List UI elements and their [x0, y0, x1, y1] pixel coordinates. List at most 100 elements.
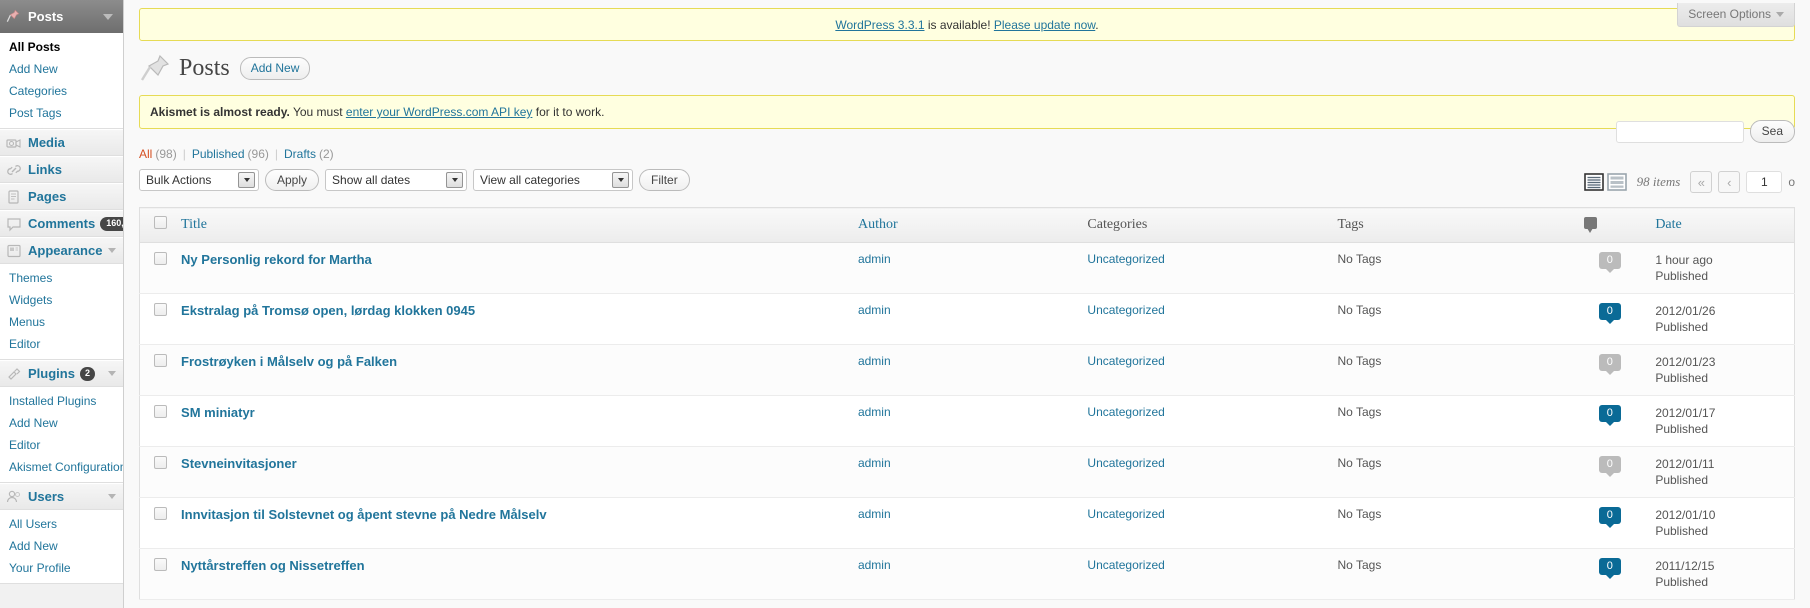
sidebar-item-post-tags[interactable]: Post Tags — [0, 102, 123, 124]
sidebar-item-users[interactable]: Users — [0, 483, 123, 510]
search-button[interactable]: Sea — [1749, 120, 1795, 143]
add-new-button[interactable]: Add New — [239, 56, 311, 80]
page-title: Posts — [179, 55, 230, 81]
table-row: Ny Personlig rekord for Martha admin Uncat… — [139, 242, 1795, 294]
post-status: Published — [1655, 269, 1709, 283]
screen-options-button[interactable]: Screen Options — [1677, 3, 1795, 27]
post-category-link[interactable]: Uncategorized — [1087, 354, 1164, 368]
post-category-link[interactable]: Uncategorized — [1087, 252, 1164, 266]
post-title-link[interactable]: Innvitasjon til Solstevnet og åpent stev… — [181, 507, 547, 522]
sidebar-item-comments[interactable]: Comments 160,012 — [0, 210, 123, 237]
post-author-link[interactable]: admin — [858, 354, 891, 368]
comment-count-bubble[interactable]: 0 — [1598, 303, 1621, 324]
sidebar-item-all-posts[interactable]: All Posts — [0, 36, 123, 58]
chevron-down-icon[interactable] — [108, 371, 116, 376]
row-tags-cell: No Tags — [1327, 344, 1575, 396]
current-page-input[interactable] — [1746, 171, 1783, 193]
sidebar-item-menus[interactable]: Menus — [0, 311, 123, 333]
post-title-link[interactable]: Frostrøyken i Målselv og på Falken — [181, 354, 397, 369]
comment-count-bubble[interactable]: 0 — [1598, 252, 1621, 273]
sidebar-item-links[interactable]: Links — [0, 156, 123, 183]
sidebar-item-appearance-editor[interactable]: Editor — [0, 333, 123, 355]
table-row: Frostrøyken i Målselv og på Falken admin U… — [139, 344, 1795, 396]
list-view-icon[interactable] — [1583, 172, 1604, 192]
comment-count-bubble[interactable]: 0 — [1598, 405, 1621, 426]
view-switch — [1583, 172, 1627, 192]
bulk-actions-select[interactable]: Bulk Actions — [139, 169, 259, 191]
table-row: Nyttårstreffen og Nissetreffen admin Uncat… — [139, 548, 1795, 600]
post-category-link[interactable]: Uncategorized — [1087, 507, 1164, 521]
post-author-link[interactable]: admin — [858, 558, 891, 572]
select-all-checkbox[interactable] — [154, 216, 167, 229]
first-page-button[interactable]: « — [1690, 171, 1713, 193]
post-title-link[interactable]: Ny Personlig rekord for Martha — [181, 252, 372, 267]
post-author-link[interactable]: admin — [858, 405, 891, 419]
appearance-icon — [7, 244, 21, 258]
post-category-link[interactable]: Uncategorized — [1087, 456, 1164, 470]
column-header-date[interactable]: Date — [1645, 207, 1795, 243]
comment-count-bubble[interactable]: 0 — [1598, 354, 1621, 375]
column-header-title[interactable]: Title — [171, 207, 848, 243]
status-link-all[interactable]: All — [139, 147, 152, 161]
sidebar-item-themes[interactable]: Themes — [0, 267, 123, 289]
sidebar-item-posts[interactable]: Posts — [0, 0, 123, 33]
row-checkbox[interactable] — [154, 405, 167, 418]
post-title-link[interactable]: Stevneinvitasjoner — [181, 456, 297, 471]
column-header-author[interactable]: Author — [847, 207, 1078, 243]
sidebar-item-plugins-editor[interactable]: Editor — [0, 434, 123, 456]
sidebar-item-plugins-add-new[interactable]: Add New — [0, 412, 123, 434]
sidebar-item-installed-plugins[interactable]: Installed Plugins — [0, 390, 123, 412]
post-date: 1 hour ago — [1655, 253, 1713, 267]
row-checkbox[interactable] — [154, 354, 167, 367]
row-categories-cell: Uncategorized — [1077, 344, 1328, 396]
comment-count-bubble[interactable]: 0 — [1598, 456, 1621, 477]
post-title-link[interactable]: Ekstralag på Tromsø open, lørdag klokken… — [181, 303, 475, 318]
sidebar-item-pages[interactable]: Pages — [0, 183, 123, 210]
row-categories-cell: Uncategorized — [1077, 395, 1328, 447]
post-category-link[interactable]: Uncategorized — [1087, 303, 1164, 317]
sidebar-item-akismet-configuration[interactable]: Akismet Configuration — [0, 456, 123, 478]
status-link-drafts[interactable]: Drafts — [284, 147, 316, 161]
sidebar-item-plugins[interactable]: Plugins 2 — [0, 360, 123, 387]
status-link-published[interactable]: Published — [192, 147, 245, 161]
sidebar-item-media[interactable]: Media — [0, 129, 123, 156]
filter-button[interactable]: Filter — [639, 169, 690, 191]
category-filter-select[interactable]: View all categories — [473, 169, 634, 191]
akismet-api-key-link[interactable]: enter your WordPress.com API key — [346, 105, 533, 119]
post-author-link[interactable]: admin — [858, 252, 891, 266]
excerpt-view-icon[interactable] — [1606, 172, 1627, 192]
date-filter-select[interactable]: Show all dates — [325, 169, 468, 191]
row-checkbox[interactable] — [154, 456, 167, 469]
post-category-link[interactable]: Uncategorized — [1087, 558, 1164, 572]
post-author-link[interactable]: admin — [858, 303, 891, 317]
apply-button[interactable]: Apply — [265, 169, 320, 191]
comment-count-bubble[interactable]: 0 — [1598, 507, 1621, 528]
date-filter-value: Show all dates — [332, 173, 411, 187]
post-title-link[interactable]: Nyttårstreffen og Nissetreffen — [181, 558, 365, 573]
sidebar-item-users-add-new[interactable]: Add New — [0, 535, 123, 557]
search-input[interactable] — [1615, 120, 1744, 143]
chevron-down-icon[interactable] — [108, 248, 116, 253]
sidebar-item-add-new-post[interactable]: Add New — [0, 58, 123, 80]
comment-count-bubble[interactable]: 0 — [1598, 558, 1621, 579]
prev-page-button[interactable]: ‹ — [1718, 171, 1741, 193]
chevron-down-icon[interactable] — [108, 494, 116, 499]
sidebar-item-widgets[interactable]: Widgets — [0, 289, 123, 311]
post-tags-value: No Tags — [1337, 303, 1382, 317]
row-checkbox[interactable] — [154, 303, 167, 316]
post-author-link[interactable]: admin — [858, 507, 891, 521]
sidebar-item-your-profile[interactable]: Your Profile — [0, 557, 123, 579]
sidebar-item-all-users[interactable]: All Users — [0, 513, 123, 535]
sidebar-item-categories[interactable]: Categories — [0, 80, 123, 102]
row-checkbox[interactable] — [154, 507, 167, 520]
row-checkbox[interactable] — [154, 558, 167, 571]
wordpress-version-link[interactable]: WordPress 3.3.1 — [835, 18, 924, 32]
sidebar-item-appearance[interactable]: Appearance — [0, 237, 123, 264]
update-now-link[interactable]: Please update now — [994, 18, 1095, 32]
post-title-link[interactable]: SM miniatyr — [181, 405, 255, 420]
row-comments-cell: 0 — [1574, 446, 1646, 498]
chevron-down-icon[interactable] — [103, 13, 113, 20]
post-author-link[interactable]: admin — [858, 456, 891, 470]
post-category-link[interactable]: Uncategorized — [1087, 405, 1164, 419]
row-checkbox[interactable] — [154, 252, 167, 265]
